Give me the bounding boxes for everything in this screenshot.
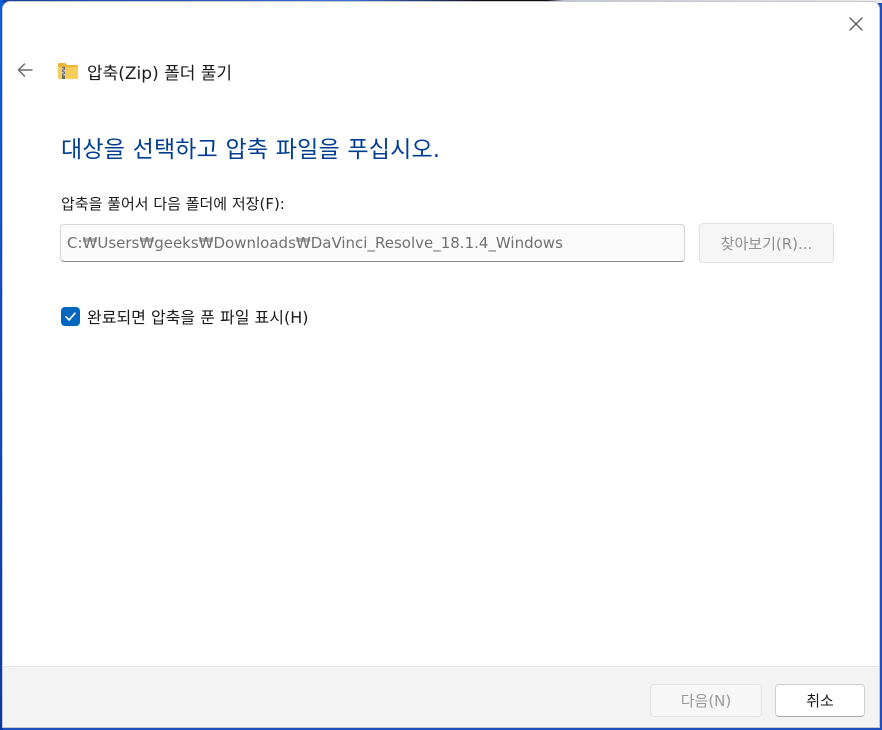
cancel-button[interactable]: 취소: [775, 684, 865, 717]
next-button[interactable]: 다음(N): [650, 684, 762, 717]
show-files-label: 완료되면 압축을 푼 파일 표시(H): [87, 308, 309, 327]
show-files-option[interactable]: 완료되면 압축을 푼 파일 표시(H): [61, 304, 309, 328]
close-button[interactable]: [839, 8, 873, 40]
dialog-footer: 다음(N) 취소: [3, 666, 879, 727]
zip-folder-icon: [57, 61, 79, 81]
page-headline: 대상을 선택하고 압축 파일을 푸십시오.: [61, 137, 441, 163]
extract-zip-dialog: 압축(Zip) 폴더 풀기 대상을 선택하고 압축 파일을 푸십시오. 압축을 …: [2, 1, 880, 728]
browse-button[interactable]: 찾아보기(R)...: [699, 223, 834, 263]
destination-label: 압축을 풀어서 다음 폴더에 저장(F):: [61, 195, 285, 213]
back-button[interactable]: [11, 57, 39, 83]
show-files-checkbox[interactable]: [61, 306, 80, 326]
back-arrow-icon: [17, 63, 33, 77]
checkmark-icon: [65, 311, 76, 321]
dialog-title-text: 압축(Zip) 폴더 풀기: [87, 63, 233, 84]
close-icon: [849, 17, 863, 31]
dialog-title: 압축(Zip) 폴더 풀기: [57, 58, 232, 84]
destination-path-input[interactable]: [60, 224, 685, 262]
